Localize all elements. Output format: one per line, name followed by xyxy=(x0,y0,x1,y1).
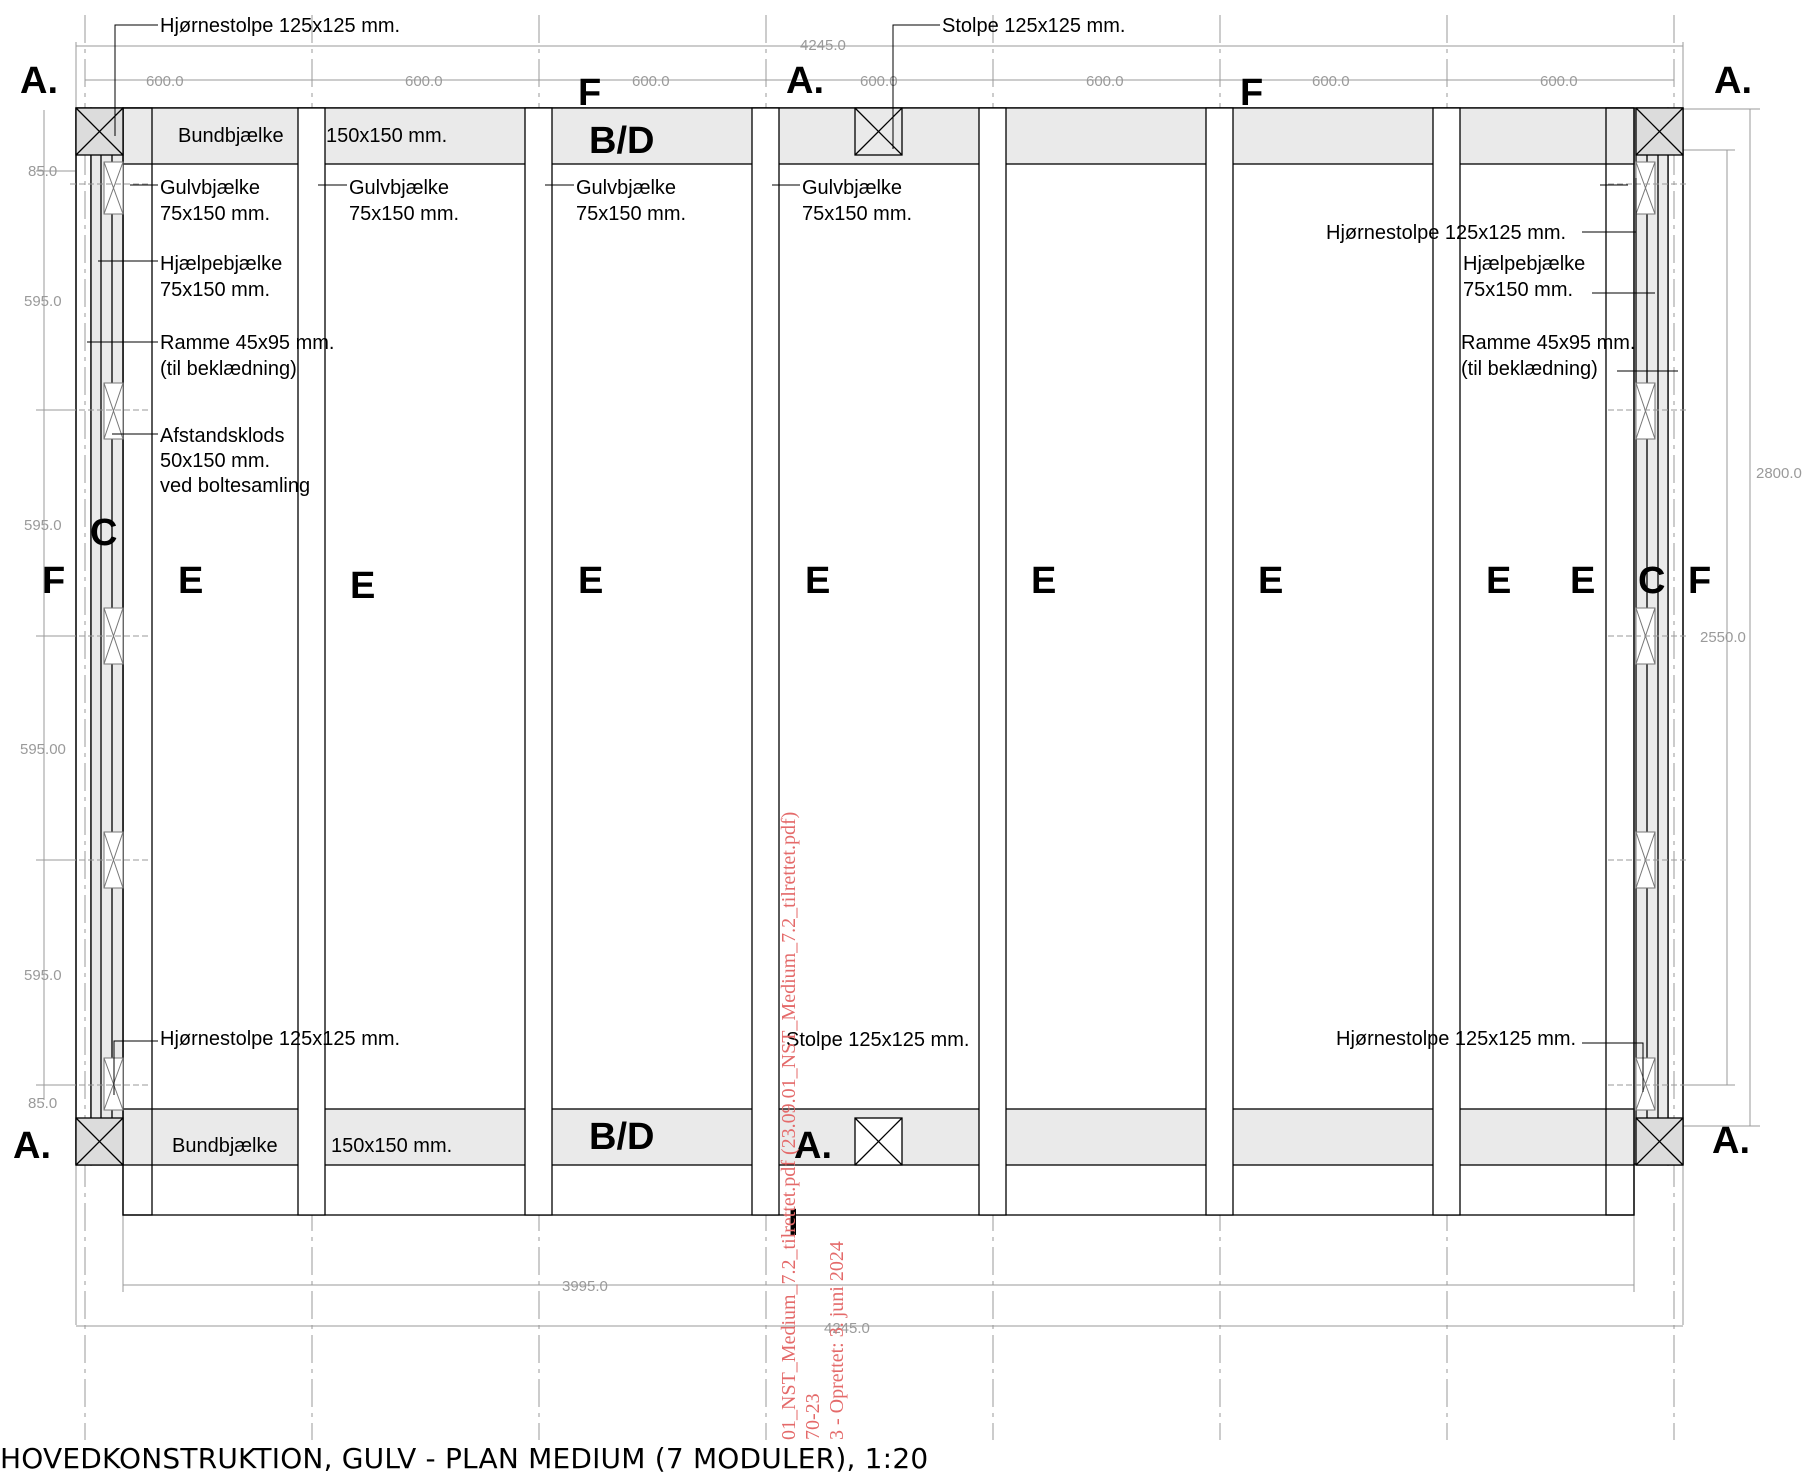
label-floor-joist-4: Gulvbjælke xyxy=(802,177,902,199)
label-post-top: Stolpe 125x125 mm. xyxy=(942,15,1125,37)
label-corner-post-tr: Hjørnestolpe 125x125 mm. xyxy=(1326,222,1566,244)
label-aux-right-size: 75x150 mm. xyxy=(1463,279,1573,301)
post-top xyxy=(854,107,903,156)
dim-right-overall: 2800.0 xyxy=(1756,465,1802,482)
label-floor-joist-4-size: 75x150 mm. xyxy=(802,203,912,225)
label-sill-top-name: Bundbjælke xyxy=(178,125,284,147)
label-post-bottom: Stolpe 125x125 mm. xyxy=(786,1029,969,1051)
label-floor-joist-3: Gulvbjælke xyxy=(576,177,676,199)
label-floor-joist-2: Gulvbjælke xyxy=(349,177,449,199)
floor-joist xyxy=(1605,107,1635,1216)
annotations: Hjørnestolpe 125x125 mm. Stolpe 125x125 … xyxy=(160,15,1636,1157)
label-spacer: Afstandsklods xyxy=(160,425,285,447)
floor-joist xyxy=(524,107,553,1216)
dim-left-2: 595.0 xyxy=(24,293,62,310)
stamp-line-3: 3 - Oprettet: 3. juni 2024 xyxy=(826,1241,848,1440)
dim-left-3: 595.0 xyxy=(24,517,62,534)
label-spacer-note: ved boltesamling xyxy=(160,475,310,497)
label-corner-post-bl: Hjørnestolpe 125x125 mm. xyxy=(160,1028,400,1050)
label-floor-joist-1-size: 75x150 mm. xyxy=(160,203,270,225)
spacer-blocks xyxy=(103,161,1656,1111)
dim-module-5: 600.0 xyxy=(1086,73,1124,90)
dim-right-inner: 2550.0 xyxy=(1700,629,1746,646)
corner-post-tl xyxy=(75,107,124,156)
mark-e-4: E xyxy=(805,560,830,602)
spacer-block-right-1 xyxy=(1635,161,1656,215)
dim-module-2: 600.0 xyxy=(405,73,443,90)
mark-e-3: E xyxy=(578,560,603,602)
mark-e-5: E xyxy=(1031,560,1056,602)
drawing-title: HOVEDKONSTRUKTION, GULV - PLAN MEDIUM (7… xyxy=(0,1442,929,1475)
dim-overall-top: 4245.0 xyxy=(800,37,846,54)
mark-bd-top: B/D xyxy=(589,120,654,162)
mark-a-tr: A. xyxy=(1714,60,1752,102)
label-floor-joist-1: Gulvbjælke xyxy=(160,177,260,199)
label-frame-left: Ramme 45x95 mm. xyxy=(160,332,335,354)
mark-c-right: C xyxy=(1638,560,1665,602)
label-sill-top-size: 150x150 mm. xyxy=(326,125,447,147)
label-corner-post-br: Hjørnestolpe 125x125 mm. xyxy=(1336,1028,1576,1050)
mark-e-6: E xyxy=(1258,560,1283,602)
floor-joist xyxy=(122,107,153,1216)
label-sill-bottom-name: Bundbjælke xyxy=(172,1135,278,1157)
spacer-block-right-2 xyxy=(1635,382,1656,440)
mark-f-left: F xyxy=(42,560,65,602)
dim-module-3: 600.0 xyxy=(632,73,670,90)
mark-a-top-mid: A. xyxy=(786,60,824,102)
label-aux-left-size: 75x150 mm. xyxy=(160,279,270,301)
dim-inner-width: 3995.0 xyxy=(562,1278,608,1295)
dim-left-4: 595.00 xyxy=(20,741,66,758)
mark-a-br: A. xyxy=(1712,1120,1750,1162)
dim-left-6: 85.0 xyxy=(28,1095,57,1112)
mark-e-2: E xyxy=(350,565,375,607)
dim-module-6: 600.0 xyxy=(1312,73,1350,90)
corner-post-bl xyxy=(75,1117,124,1166)
label-sill-bottom-size: 150x150 mm. xyxy=(331,1135,452,1157)
post-bottom xyxy=(854,1117,903,1166)
label-frame-right-note: (til beklædning) xyxy=(1461,358,1598,380)
floor-joist xyxy=(751,107,780,1216)
label-spacer-size: 50x150 mm. xyxy=(160,450,270,472)
label-floor-joist-3-size: 75x150 mm. xyxy=(576,203,686,225)
mark-c-left: C xyxy=(90,512,117,554)
mark-bd-bottom: B/D xyxy=(589,1116,654,1158)
dim-module-1: 600.0 xyxy=(146,73,184,90)
dim-module-7: 600.0 xyxy=(1540,73,1578,90)
mark-e-7: E xyxy=(1486,560,1511,602)
label-aux-left: Hjælpebjælke xyxy=(160,253,282,275)
spacer-block-left-2 xyxy=(103,382,124,440)
corner-post-tr xyxy=(1635,107,1684,156)
stamp-line-2: 70-23 xyxy=(802,1393,824,1440)
dim-left-5: 595.0 xyxy=(24,967,62,984)
mark-f-top-2: F xyxy=(1240,72,1263,114)
floor-joist xyxy=(978,107,1007,1216)
spacer-block-left-1 xyxy=(103,161,124,215)
label-floor-joist-2-size: 75x150 mm. xyxy=(349,203,459,225)
mark-a-bl: A. xyxy=(13,1125,51,1167)
mark-f-top-1: F xyxy=(578,72,601,114)
floor-plan-drawing: 4245.0 600.0 600.0 600.0 600.0 600.0 600… xyxy=(13,15,1802,1440)
mark-f-right: F xyxy=(1688,560,1711,602)
label-frame-left-note: (til beklædning) xyxy=(160,358,297,380)
mark-a-tl: A. xyxy=(20,60,58,102)
label-corner-post-tl: Hjørnestolpe 125x125 mm. xyxy=(160,15,400,37)
corner-post-br xyxy=(1635,1117,1684,1166)
spacer-block-right-5 xyxy=(1635,1057,1656,1111)
mark-e-1: E xyxy=(178,560,203,602)
label-aux-right: Hjælpebjælke xyxy=(1463,253,1585,275)
label-frame-right: Ramme 45x95 mm. xyxy=(1461,332,1636,354)
dim-module-4: 600.0 xyxy=(860,73,898,90)
stamp-line-1: 01_NST_Medium_7.2_tilrettet.pdf (23.09.0… xyxy=(778,812,800,1440)
mark-e-8: E xyxy=(1570,560,1595,602)
dim-left-1: 85.0 xyxy=(28,163,57,180)
floor-joist xyxy=(1205,107,1234,1216)
